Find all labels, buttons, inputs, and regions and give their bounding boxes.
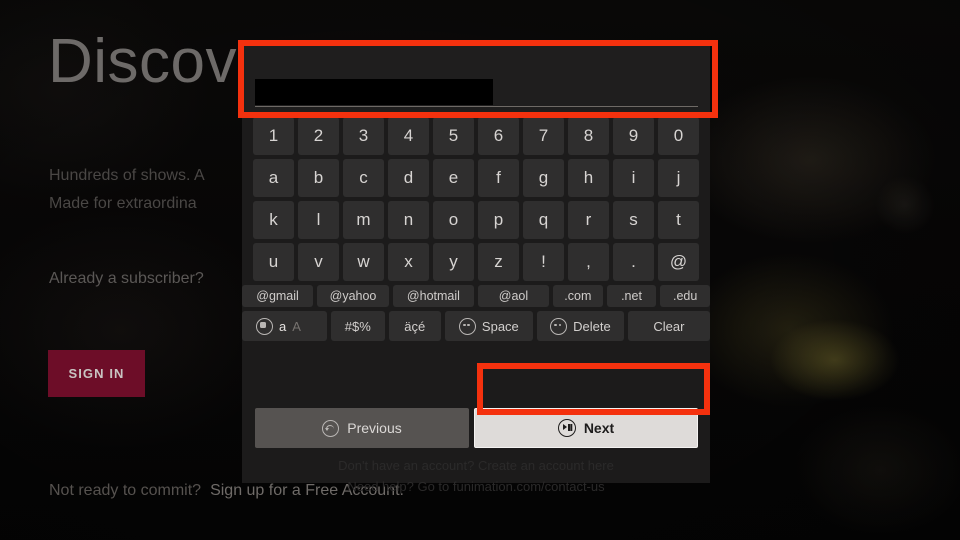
back-arrow-circle-icon	[322, 419, 340, 437]
onscreen-keyboard-dialog: 1 2 3 4 5 6 7 8 9 0 a b c d e f g h i j …	[242, 40, 710, 494]
key-h[interactable]: h	[568, 159, 609, 197]
key-x[interactable]: x	[388, 243, 429, 281]
shift-case-key[interactable]: aA	[242, 311, 327, 341]
text-input-field[interactable]	[242, 40, 710, 115]
next-button-label: Next	[583, 420, 615, 436]
shift-circle-icon	[256, 317, 273, 335]
delete-key-label: Delete	[573, 318, 611, 334]
key-a[interactable]: a	[253, 159, 294, 197]
dialog-helper-text: Don't have an account? Create an account…	[242, 455, 710, 497]
space-circle-icon	[458, 317, 476, 335]
key-domain-yahoo[interactable]: @yahoo	[317, 285, 389, 307]
key-c[interactable]: c	[343, 159, 384, 197]
hero-subtitle: Hundreds of shows. A Made for extraordin…	[49, 162, 205, 218]
symbols-key[interactable]: #$%	[330, 311, 385, 341]
shift-lowercase-label: a	[279, 318, 287, 334]
key-q[interactable]: q	[523, 201, 564, 239]
sign-in-label: SIGN IN	[68, 366, 125, 381]
key-3[interactable]: 3	[343, 117, 384, 155]
key-domain-gmail[interactable]: @gmail	[242, 285, 314, 307]
key-y[interactable]: y	[433, 243, 474, 281]
key-domain-com[interactable]: .com	[553, 285, 603, 307]
key-7[interactable]: 7	[523, 117, 564, 155]
dialog-nav-row: Previous Next	[255, 408, 698, 448]
input-underline	[255, 106, 698, 107]
key-f[interactable]: f	[478, 159, 519, 197]
key-v[interactable]: v	[298, 243, 339, 281]
keyboard-row-k-t: k l m n o p q r s t	[242, 201, 710, 239]
key-exclamation[interactable]: !	[523, 243, 564, 281]
sign-in-button[interactable]: SIGN IN	[48, 350, 145, 397]
subscriber-prompt: Already a subscriber?	[49, 270, 204, 287]
key-i[interactable]: i	[613, 159, 654, 197]
keyboard-row-u-at: u v w x y z ! , . @	[242, 243, 710, 281]
key-z[interactable]: z	[478, 243, 519, 281]
key-p[interactable]: p	[478, 201, 519, 239]
keyboard-row-digits: 1 2 3 4 5 6 7 8 9 0	[242, 117, 710, 155]
key-2[interactable]: 2	[298, 117, 339, 155]
hero-subtitle-line-2: Made for extraordina	[49, 195, 197, 212]
shift-uppercase-label: A	[292, 318, 301, 334]
key-6[interactable]: 6	[478, 117, 519, 155]
key-4[interactable]: 4	[388, 117, 429, 155]
key-domain-edu[interactable]: .edu	[660, 285, 710, 307]
key-1[interactable]: 1	[253, 117, 294, 155]
key-r[interactable]: r	[568, 201, 609, 239]
key-g[interactable]: g	[523, 159, 564, 197]
hero-subtitle-line-1: Hundreds of shows. A	[49, 167, 205, 184]
key-0[interactable]: 0	[658, 117, 699, 155]
key-5[interactable]: 5	[433, 117, 474, 155]
key-e[interactable]: e	[433, 159, 474, 197]
key-b[interactable]: b	[298, 159, 339, 197]
key-d[interactable]: d	[388, 159, 429, 197]
key-domain-hotmail[interactable]: @hotmail	[392, 285, 474, 307]
redaction-bar	[255, 79, 493, 105]
key-o[interactable]: o	[433, 201, 474, 239]
key-m[interactable]: m	[343, 201, 384, 239]
space-key-label: Space	[481, 318, 519, 334]
app-screen: Discover Hundreds of shows. A Made for e…	[0, 0, 960, 540]
key-u[interactable]: u	[253, 243, 294, 281]
space-key[interactable]: Space	[444, 311, 534, 341]
play-pause-circle-icon	[557, 419, 576, 437]
previous-button[interactable]: Previous	[255, 408, 469, 448]
key-at-sign[interactable]: @	[658, 243, 699, 281]
key-period[interactable]: .	[613, 243, 654, 281]
key-domain-net[interactable]: .net	[606, 285, 657, 307]
commit-prompt-text: Not ready to commit?	[49, 482, 202, 499]
helper-text-line-1: Don't have an account? Create an account…	[338, 458, 614, 473]
delete-circle-icon	[550, 317, 568, 335]
key-j[interactable]: j	[658, 159, 699, 197]
keyboard-row-a-j: a b c d e f g h i j	[242, 159, 710, 197]
key-domain-aol[interactable]: @aol	[477, 285, 550, 307]
previous-button-label: Previous	[347, 420, 402, 436]
delete-key[interactable]: Delete	[537, 311, 624, 341]
key-8[interactable]: 8	[568, 117, 609, 155]
key-w[interactable]: w	[343, 243, 384, 281]
key-9[interactable]: 9	[613, 117, 654, 155]
key-t[interactable]: t	[658, 201, 699, 239]
accents-key[interactable]: äçé	[388, 311, 441, 341]
key-comma[interactable]: ,	[568, 243, 609, 281]
helper-text-line-2: Need help? Go to funimation.com/contact-…	[347, 479, 605, 494]
key-n[interactable]: n	[388, 201, 429, 239]
key-k[interactable]: k	[253, 201, 294, 239]
clear-key[interactable]: Clear	[627, 311, 710, 341]
key-s[interactable]: s	[613, 201, 654, 239]
keyboard-row-functions: aA #$% äçé Space Delete Clear	[242, 311, 710, 341]
keyboard-rows: 1 2 3 4 5 6 7 8 9 0 a b c d e f g h i j …	[242, 117, 710, 345]
key-l[interactable]: l	[298, 201, 339, 239]
keyboard-row-domains: @gmail @yahoo @hotmail @aol .com .net .e…	[242, 285, 710, 307]
next-button[interactable]: Next	[474, 408, 698, 448]
